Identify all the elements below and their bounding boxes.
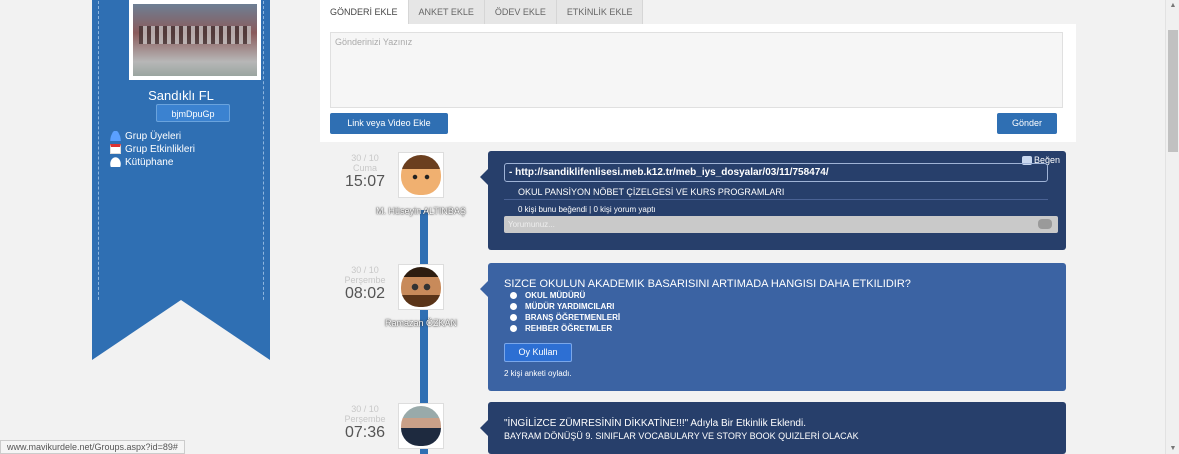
poll-option[interactable]: MÜDÜR YARDIMCILARI [510, 301, 620, 312]
author-name[interactable]: M. Hüseyin ALTINBAŞ [366, 206, 476, 216]
group-photo [129, 0, 261, 80]
comment-placeholder: Yorumunuz... [508, 220, 555, 229]
avatar[interactable] [398, 152, 444, 198]
tab-homework[interactable]: ÖDEV EKLE [484, 0, 557, 24]
event-card: "İNGİLİZCE ZÜMRESİNİN DİKKATİNE!!!" Adıy… [480, 402, 1066, 454]
radio-button[interactable] [510, 314, 517, 321]
poll-option[interactable]: BRANŞ ÖĞRETMENLERİ [510, 312, 620, 323]
entry-time: 08:02 [344, 285, 386, 302]
add-link-button[interactable]: Link veya Video Ekle [330, 113, 448, 134]
avatar[interactable] [398, 403, 444, 449]
tab-event[interactable]: ETKİNLİK EKLE [556, 0, 644, 24]
divider [504, 199, 1048, 200]
poll-card: SIZCE OKULUN AKADEMIK BASARISINI ARTIMAD… [480, 263, 1066, 391]
radio-button[interactable] [510, 292, 517, 299]
sidebar-item-label: Grup Üyeleri [125, 130, 182, 142]
shared-link[interactable]: - http://sandiklifenlisesi.meb.k12.tr/me… [504, 163, 1048, 182]
vote-count: 2 kişi anketi oyladı. [504, 369, 572, 378]
sidebar-item-library[interactable]: Kütüphane [110, 156, 195, 168]
scroll-down-icon[interactable]: ▼ [1169, 445, 1177, 452]
entry-day: Perşembe [344, 275, 386, 285]
radio-button[interactable] [510, 303, 517, 310]
entry-date: 30 / 10 [351, 265, 379, 275]
event-text: BAYRAM DÖNÜŞÜ 9. SINIFLAR VOCABULARY VE … [504, 431, 859, 441]
composer-panel: Gönderinizi Yazınız Link veya Video Ekle… [320, 24, 1076, 142]
send-button[interactable]: Gönder [997, 113, 1057, 134]
scrollbar[interactable]: ▲ ▼ [1165, 0, 1179, 454]
author-name[interactable]: Ramazan ÖZKAN [366, 318, 476, 328]
tab-poll[interactable]: ANKET EKLE [408, 0, 485, 24]
post-input[interactable]: Gönderinizi Yazınız [330, 32, 1063, 108]
users-icon [110, 131, 121, 141]
poll-question: SIZCE OKULUN AKADEMIK BASARISINI ARTIMAD… [504, 278, 911, 290]
poll-option-label: REHBER ÖĞRETMLER [525, 324, 613, 333]
entry-date: 30 / 10 [351, 153, 379, 163]
entry-day: Perşembe [344, 414, 386, 424]
entry-time: 07:36 [344, 424, 386, 441]
vote-button[interactable]: Oy Kullan [504, 343, 572, 362]
entry-date: 30 / 10 [351, 404, 379, 414]
calendar-icon [110, 144, 121, 154]
poll-option[interactable]: REHBER ÖĞRETMLER [510, 323, 620, 334]
poll-option-label: OKUL MÜDÜRÜ [525, 291, 586, 300]
poll-option[interactable]: OKUL MÜDÜRÜ [510, 290, 620, 301]
sidebar-item-events[interactable]: Grup Etkinlikleri [110, 143, 195, 155]
entry-day: Cuma [352, 163, 377, 173]
radio-button[interactable] [510, 325, 517, 332]
sidebar-item-label: Grup Etkinlikleri [125, 143, 196, 155]
group-code-badge[interactable]: bjmDpuGp [156, 104, 230, 122]
status-bar-url: www.mavikurdele.net/Groups.aspx?id=89# [0, 440, 185, 454]
event-title[interactable]: "İNGİLİZCE ZÜMRESİNİN DİKKATİNE!!!" Adıy… [504, 418, 806, 429]
sidebar-item-members[interactable]: Grup Üyeleri [110, 130, 195, 142]
group-sidebar: Sandıklı FL bjmDpuGp Grup Üyeleri Grup E… [92, 0, 270, 360]
composer-tabs: GÖNDERİ EKLE ANKET EKLE ÖDEV EKLE ETKİNL… [320, 0, 644, 24]
poll-option-label: BRANŞ ÖĞRETMENLERİ [525, 313, 621, 322]
group-name: Sandıklı FL [148, 88, 214, 103]
entry-time: 15:07 [344, 173, 386, 190]
avatar[interactable] [398, 264, 444, 310]
scroll-thumb[interactable] [1168, 30, 1178, 152]
sidebar-links: Grup Üyeleri Grup Etkinlikleri Kütüphane [110, 130, 195, 169]
poll-option-label: MÜDÜR YARDIMCILARI [525, 302, 615, 311]
poll-options: OKUL MÜDÜRÜ MÜDÜR YARDIMCILARI BRANŞ ÖĞR… [510, 290, 620, 334]
post-card: Beğen - http://sandiklifenlisesi.meb.k12… [480, 151, 1066, 250]
cloud-icon [110, 157, 121, 167]
tab-post[interactable]: GÖNDERİ EKLE [320, 0, 409, 24]
shared-link-title[interactable]: OKUL PANSİYON NÖBET ÇİZELGESİ VE KURS PR… [518, 187, 784, 197]
comment-icon[interactable] [1038, 219, 1052, 229]
post-stats: 0 kişi bunu beğendi | 0 kişi yorum yaptı [518, 205, 656, 214]
comment-input[interactable]: Yorumunuz... [504, 216, 1058, 233]
scroll-up-icon[interactable]: ▲ [1169, 2, 1177, 9]
sidebar-item-label: Kütüphane [125, 156, 174, 168]
